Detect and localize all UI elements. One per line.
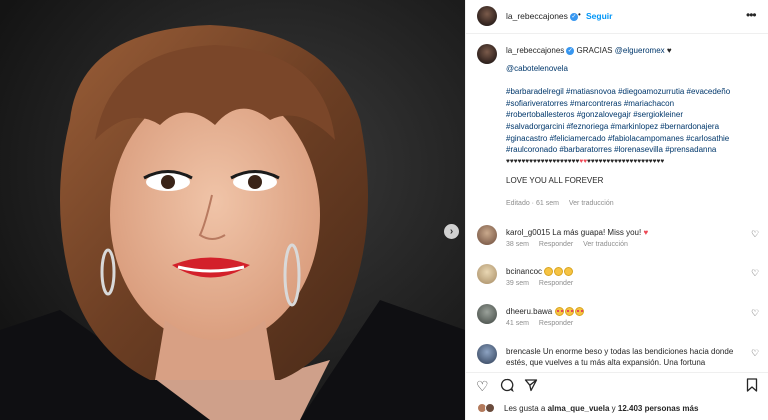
likes-prefix: Les gusta a bbox=[504, 404, 546, 413]
commenter-avatar[interactable] bbox=[477, 225, 497, 245]
instagram-post-view: › la_rebeccajones ✓ • Seguir ••• la_rebec… bbox=[0, 0, 768, 420]
caption-username[interactable]: la_rebeccajones bbox=[506, 46, 564, 55]
share-icon[interactable] bbox=[524, 378, 538, 394]
black-hearts: ♥♥♥♥♥♥♥♥♥♥♥♥♥♥♥♥♥♥♥ bbox=[506, 157, 580, 165]
post-header: la_rebeccajones ✓ • Seguir ••• bbox=[466, 0, 768, 34]
more-options-icon[interactable]: ••• bbox=[746, 8, 757, 22]
hashtags-line[interactable]: #robertoballesteros #gonzalovegajr #serg… bbox=[506, 109, 764, 121]
hashtags-line[interactable]: #salvadorgarcini #feznoriega #markinlope… bbox=[506, 121, 764, 133]
smile-emoji-icon bbox=[544, 267, 554, 277]
smile-emoji-icon bbox=[554, 267, 564, 277]
caption-text: la_rebeccajones ✓ GRACIAS @elgueromex ♥ @… bbox=[506, 45, 764, 187]
likes-connector: y bbox=[611, 404, 616, 413]
see-translation-link[interactable]: Ver traducción bbox=[569, 200, 614, 207]
likers-avatars[interactable] bbox=[477, 403, 501, 413]
hashtags-line[interactable]: #barbaradelregil #matiasnovoa #diegoamoz… bbox=[506, 86, 764, 98]
comment-body: La más guapa! Miss you! bbox=[552, 228, 644, 237]
comment-item: dheeru.bawa 41 sem Responder ♡ bbox=[466, 304, 768, 348]
heart-eyes-emoji-icon bbox=[574, 307, 584, 317]
caption-avatar[interactable] bbox=[477, 44, 497, 64]
verified-badge-icon: ✓ bbox=[566, 46, 575, 55]
like-comment-icon[interactable]: ♡ bbox=[751, 348, 759, 359]
hashtags-line[interactable]: #raulcoronado #barbaratorres #lorenasevi… bbox=[506, 144, 764, 156]
commenter-avatar[interactable] bbox=[477, 344, 497, 364]
heart-symbol-icon: ♥ bbox=[666, 46, 672, 55]
comment-icon[interactable] bbox=[500, 378, 514, 394]
likes-summary: Les gusta a alma_que_vuela y 12.403 pers… bbox=[466, 398, 768, 420]
mention-link[interactable]: @elgueromex bbox=[615, 46, 665, 55]
liker-username[interactable]: alma_que_vuela bbox=[548, 404, 610, 413]
like-comment-icon[interactable]: ♡ bbox=[751, 268, 759, 279]
comment-username[interactable]: karol_g0015 bbox=[506, 228, 550, 237]
comment-item: bcinancoc 39 sem Responder ♡ bbox=[466, 264, 768, 308]
commenter-avatar[interactable] bbox=[477, 264, 497, 284]
follow-button[interactable]: Seguir bbox=[586, 11, 612, 21]
caption-meta: Editado · 61 sem Ver traducción bbox=[506, 200, 622, 207]
heart-eyes-emoji-icon bbox=[564, 307, 574, 317]
save-bookmark-icon[interactable] bbox=[746, 378, 758, 394]
see-translation-link[interactable]: Ver traducción bbox=[583, 241, 628, 248]
heart-eyes-emoji-icon bbox=[554, 307, 564, 317]
reply-link[interactable]: Responder bbox=[539, 241, 573, 248]
hashtags-line[interactable]: #sofiariveratorres #marcontreras #mariac… bbox=[506, 98, 764, 110]
comment-meta: 38 sem Responder Ver traducción bbox=[506, 241, 636, 248]
post-actions-bar: ♡ bbox=[466, 372, 768, 398]
reply-link[interactable]: Responder bbox=[539, 280, 573, 287]
comment-username[interactable]: brencasle bbox=[506, 347, 541, 356]
author-username[interactable]: la_rebeccajones bbox=[506, 11, 568, 21]
like-comment-icon[interactable]: ♡ bbox=[751, 308, 759, 319]
caption-closing: LOVE YOU ALL FOREVER bbox=[506, 176, 604, 186]
caption-intro: GRACIAS bbox=[576, 46, 613, 55]
comment-meta: 41 sem Responder bbox=[506, 320, 581, 327]
next-photo-button[interactable]: › bbox=[444, 224, 459, 239]
comment-time: 39 sem bbox=[506, 280, 529, 287]
comment-username[interactable]: bcinancoc bbox=[506, 267, 542, 276]
like-icon[interactable]: ♡ bbox=[476, 378, 489, 395]
red-heart-icon: ♥ bbox=[643, 228, 649, 237]
author-username-row[interactable]: la_rebeccajones ✓ bbox=[506, 11, 578, 21]
comment-time: 41 sem bbox=[506, 320, 529, 327]
comment-username[interactable]: dheeru.bawa bbox=[506, 307, 552, 316]
comment-text: brencasle Un enorme beso y todas las ben… bbox=[506, 346, 746, 368]
black-hearts: ♥♥♥♥♥♥♥♥♥♥♥♥♥♥♥♥♥♥♥♥ bbox=[587, 157, 665, 165]
post-photo[interactable]: › bbox=[0, 0, 465, 420]
portrait-illustration bbox=[0, 0, 465, 420]
comment-text: bcinancoc bbox=[506, 266, 751, 277]
comment-meta: 39 sem Responder bbox=[506, 280, 581, 287]
post-sidebar: la_rebeccajones ✓ • Seguir ••• la_rebecca… bbox=[465, 0, 768, 420]
reply-link[interactable]: Responder bbox=[539, 320, 573, 327]
author-avatar[interactable] bbox=[477, 6, 497, 26]
hearts-line: ♥♥♥♥♥♥♥♥♥♥♥♥♥♥♥♥♥♥♥♥♥♥♥♥♥♥♥♥♥♥♥♥♥♥♥♥♥♥♥♥… bbox=[506, 156, 764, 168]
verified-badge-icon: ✓ bbox=[569, 12, 578, 21]
comment-body: Un enorme beso y todas las bendiciones h… bbox=[506, 347, 734, 367]
edited-time: Editado · 61 sem bbox=[506, 200, 559, 207]
likes-count[interactable]: 12.403 personas más bbox=[618, 404, 699, 413]
hashtags-line[interactable]: #ginacastro #feliciamercado #fabiolacamp… bbox=[506, 133, 764, 145]
like-comment-icon[interactable]: ♡ bbox=[751, 229, 759, 240]
comment-item: karol_g0015 La más guapa! Miss you! ♥ 38… bbox=[466, 225, 768, 269]
likes-text[interactable]: Les gusta a alma_que_vuela y 12.403 pers… bbox=[504, 404, 698, 413]
comment-item: brencasle Un enorme beso y todas las ben… bbox=[466, 344, 768, 372]
comment-time: 38 sem bbox=[506, 241, 529, 248]
commenter-avatar[interactable] bbox=[477, 304, 497, 324]
separator-dot: • bbox=[578, 10, 581, 19]
comment-text: dheeru.bawa bbox=[506, 306, 751, 317]
smile-emoji-icon bbox=[564, 267, 574, 277]
mention-link[interactable]: @cabotelenovela bbox=[506, 64, 568, 73]
comment-text: karol_g0015 La más guapa! Miss you! ♥ bbox=[506, 227, 751, 238]
red-hearts: ♥♥ bbox=[579, 157, 588, 165]
